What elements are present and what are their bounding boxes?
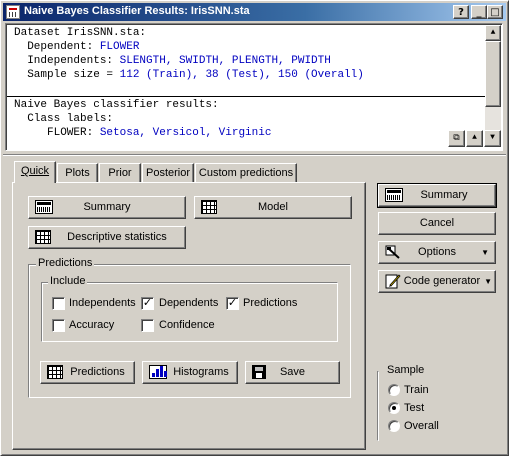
results-text-area[interactable]: Dataset IrisSNN.sta: Dependent: FLOWER I… [5,23,503,151]
flower-value: Setosa, Versicol, Virginic [99,127,272,139]
tab-quick-label: Quick [20,165,50,177]
tab-prior-label: Prior [108,167,132,179]
title-bar[interactable]: Naive Bayes Classifier Results: IrisSNN.… [3,3,506,21]
confidence-checkbox[interactable] [141,319,154,332]
class-labels-label: Class labels: [14,113,114,125]
include-group-label: Include [48,275,88,287]
test-radio[interactable] [388,402,400,414]
tab-plots[interactable]: Plots [57,163,98,183]
spreadsheet-icon [47,365,63,387]
independents-checkbox[interactable] [52,297,65,310]
tab-prior[interactable]: Prior [99,163,141,183]
test-radio-label: Test [404,402,425,414]
cancel-button[interactable]: Cancel [378,212,496,235]
predictions-checkbox[interactable]: ✓ [226,297,239,310]
accuracy-checkbox[interactable] [52,319,65,332]
window-title: Naive Bayes Classifier Results: IrisSNN.… [24,5,250,17]
save-button-label: Save [279,366,306,378]
chevron-down-icon: ▼ [481,248,489,257]
histogram-icon [149,365,167,387]
code-generator-button[interactable]: Code generator ▼ [378,270,496,293]
include-group [41,282,338,342]
side-summary-button[interactable]: Summary [377,183,497,210]
chevron-down-icon: ▼ [484,277,492,286]
scroll-down-small-icon[interactable]: ▼ [484,130,501,147]
options-icon [385,245,401,267]
overall-radio-label: Overall [404,420,439,432]
help-button[interactable]: ? [453,5,469,19]
independents-label: Independents: [14,55,120,67]
scroll-up-arrow-icon[interactable]: ▲ [485,25,501,41]
model-button-label: Model [258,201,288,213]
flower-line: FLOWER: Setosa, Versicol, Virginic [14,127,271,139]
predictions-button[interactable]: Predictions [40,361,135,384]
independents-value: SLENGTH, SWIDTH, PLENGTH, PWIDTH [119,55,331,67]
panel-divider [3,154,506,156]
dependent-label: Dependent: [14,41,100,53]
sample-group [377,371,379,441]
minimize-button[interactable]: _ [471,5,487,19]
accuracy-checkbox-label: Accuracy [69,319,115,331]
sample-size-line: Sample size = 112 (Train), 38 (Test), 15… [14,69,364,81]
summary-button-label: Summary [83,201,131,213]
dependents-checkbox-label: Dependents [159,297,219,309]
classifier-header-line: Naive Bayes classifier results: [14,99,219,111]
spreadsheet-icon [201,200,217,222]
dependent-line: Dependent: FLOWER [14,41,139,53]
summary-icon [35,200,53,222]
dataset-line: Dataset IrisSNN.sta: [14,27,146,39]
results-separator [7,96,489,97]
save-icon [252,365,266,387]
vertical-scrollbar[interactable]: ▲ [485,25,501,130]
overall-radio[interactable] [388,420,400,432]
tab-posterior-label: Posterior [145,167,191,179]
dependents-checkbox[interactable]: ✓ [141,297,154,310]
predictions-checkbox-label: Predictions [243,297,298,309]
dependent-value: FLOWER [99,41,140,53]
class-labels-line: Class labels: [14,113,113,125]
train-radio-label: Train [404,384,429,396]
copy-icon[interactable]: ⧉ [448,130,465,147]
sample-group-label: Sample [385,364,427,376]
tab-custom-predictions-label: Custom predictions [198,167,294,179]
cancel-label: Cancel [419,217,455,229]
save-button[interactable]: Save [245,361,340,384]
train-radio[interactable] [388,384,400,396]
pencil-icon [385,273,401,297]
histograms-button[interactable]: Histograms [142,361,238,384]
descriptive-statistics-label: Descriptive statistics [67,231,167,243]
tab-plots-label: Plots [65,167,90,179]
dataset-label: Dataset IrisSNN.sta: [14,27,147,39]
code-generator-label: Code generator [403,275,481,287]
independents-checkbox-label: Independents [69,297,136,309]
side-summary-label: Summary [420,189,468,201]
scroll-thumb[interactable] [485,41,501,107]
options-label: Options [418,246,456,258]
spreadsheet-icon [35,230,51,252]
options-button[interactable]: Options ▼ [378,241,496,264]
sample-size-label: Sample size = [14,69,120,81]
tab-posterior[interactable]: Posterior [142,163,194,183]
scroll-up-small-icon[interactable]: ▲ [466,130,483,147]
sample-size-value: 112 (Train), 38 (Test), 150 (Overall) [119,69,364,81]
confidence-checkbox-label: Confidence [159,319,215,331]
app-icon[interactable] [6,5,20,19]
predictions-group-label: Predictions [36,257,95,269]
descriptive-statistics-button[interactable]: Descriptive statistics [28,226,186,249]
summary-button[interactable]: Summary [28,196,186,219]
tab-custom-predictions[interactable]: Custom predictions [195,163,297,183]
maximize-button[interactable]: □ [487,5,503,19]
independents-line: Independents: SLENGTH, SWIDTH, PLENGTH, … [14,55,331,67]
summary-icon [385,188,403,210]
tab-quick[interactable]: Quick [14,161,56,183]
model-button[interactable]: Model [194,196,352,219]
flower-label: FLOWER: [14,127,100,139]
classifier-header: Naive Bayes classifier results: [14,99,219,111]
